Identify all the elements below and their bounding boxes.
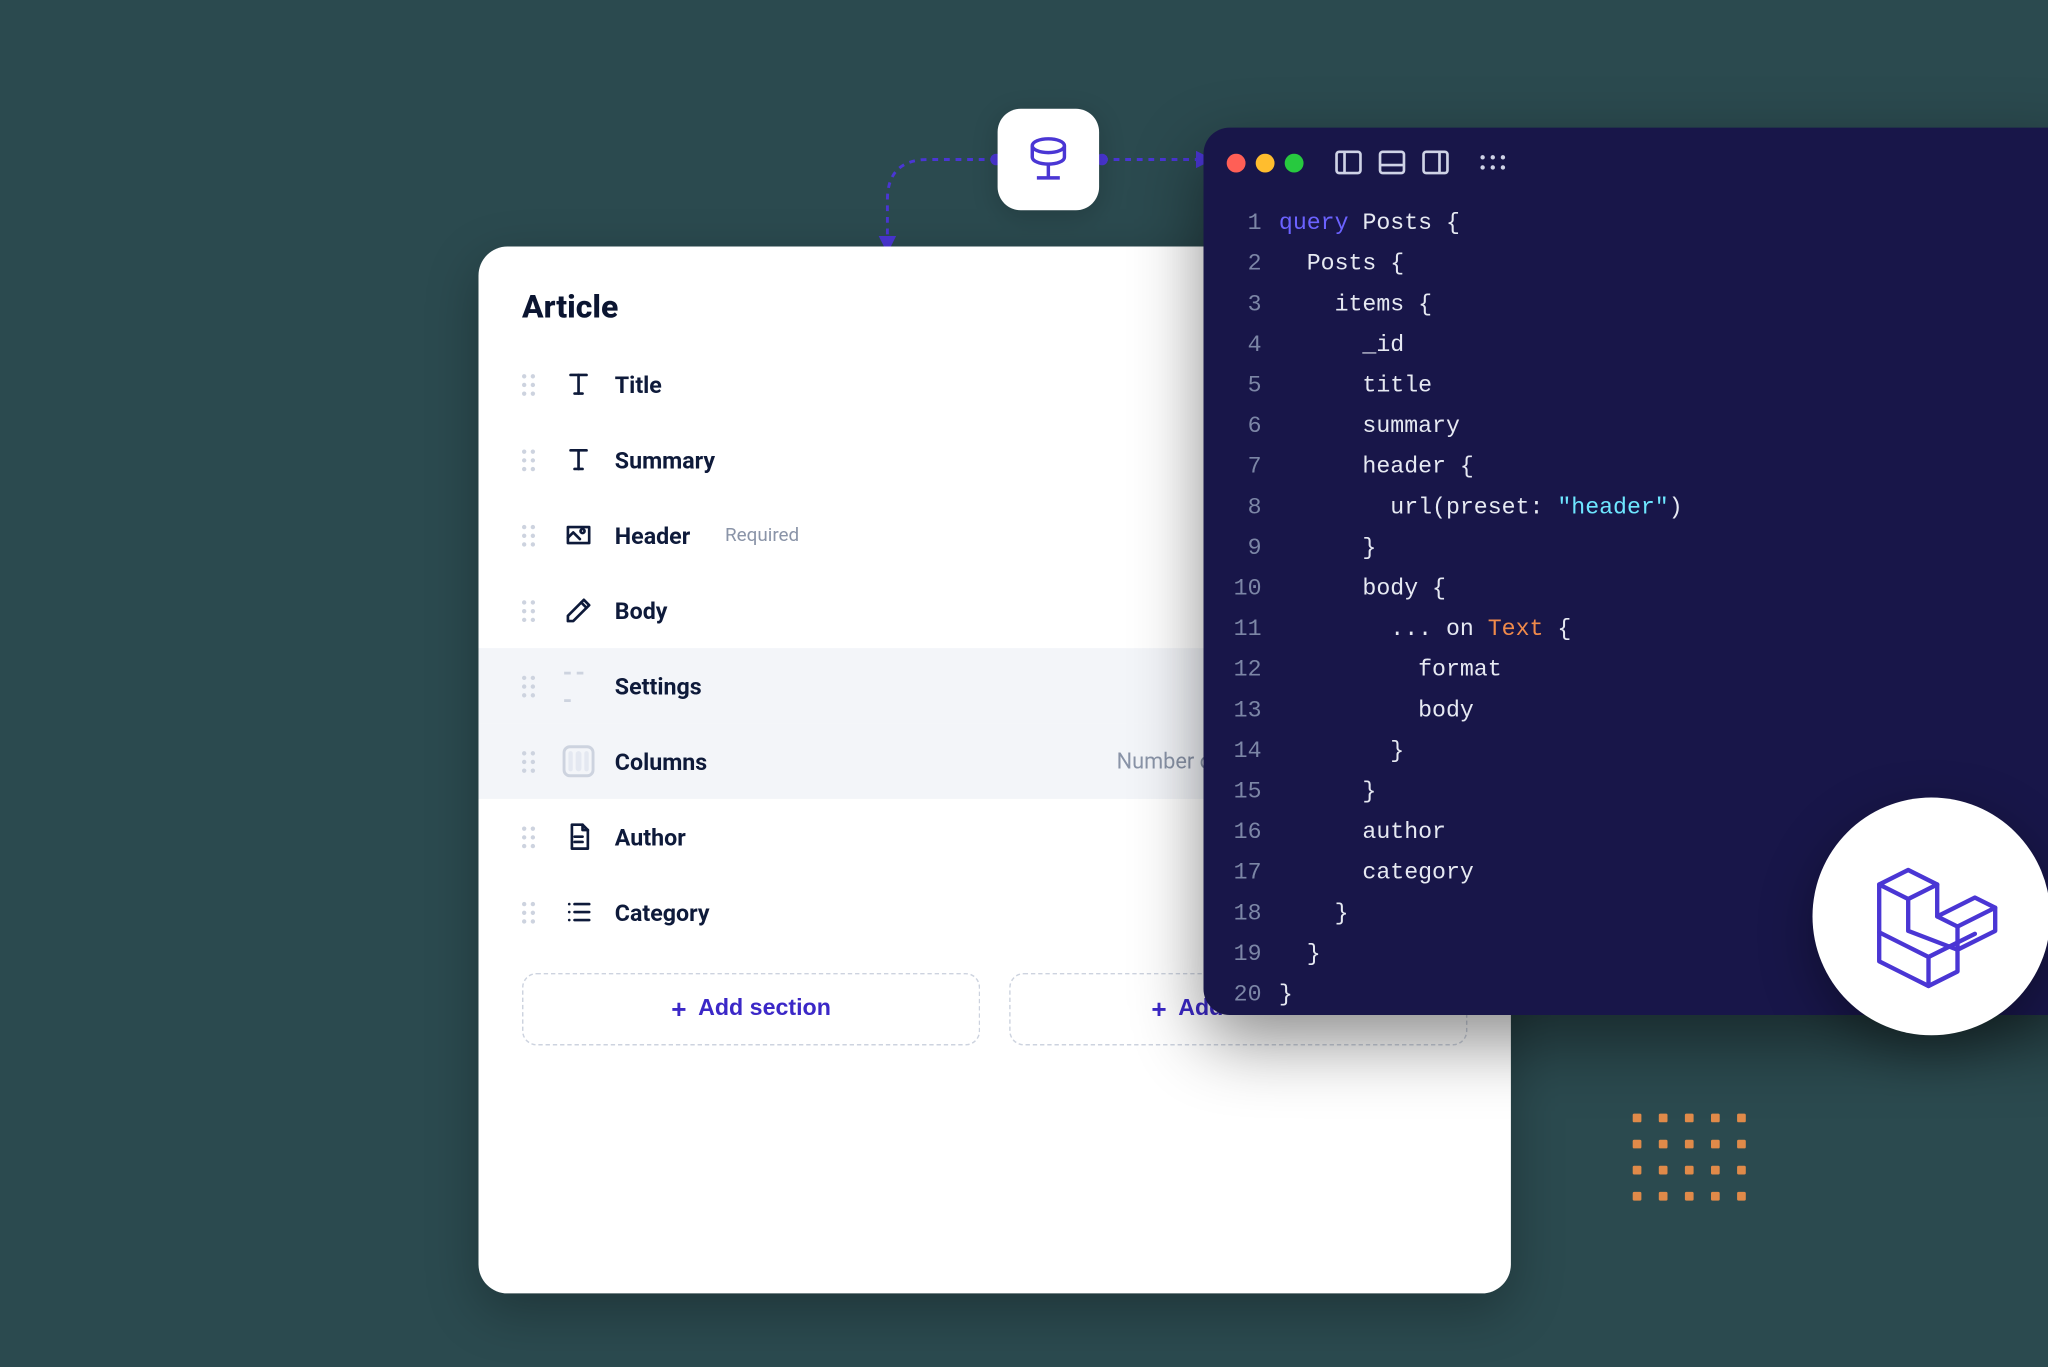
list-icon: [563, 896, 595, 928]
field-label: Summary: [615, 446, 715, 474]
maximize-icon[interactable]: [1285, 153, 1304, 172]
panel-left-icon[interactable]: [1333, 146, 1365, 178]
document-icon: [563, 821, 595, 853]
drag-handle-icon[interactable]: [522, 751, 542, 771]
text-icon: [563, 444, 595, 476]
field-label: Header: [615, 521, 690, 549]
edit-icon: [563, 595, 595, 627]
required-badge: Required: [725, 524, 799, 546]
columns-icon: [563, 745, 595, 777]
drag-handle-icon[interactable]: [1480, 146, 1512, 178]
field-label: Title: [615, 370, 662, 398]
add-section-button[interactable]: + Add section: [522, 973, 980, 1046]
drag-handle-icon[interactable]: [522, 676, 542, 696]
panel-right-icon[interactable]: [1420, 146, 1452, 178]
laravel-icon: [1859, 844, 2004, 989]
window-controls[interactable]: [1227, 153, 1304, 172]
field-label: Author: [615, 823, 686, 851]
laravel-badge: [1813, 798, 2048, 1036]
field-label: Settings: [615, 672, 702, 700]
database-badge: [998, 109, 1100, 211]
dash-icon: ---: [563, 670, 595, 702]
field-label: Body: [615, 597, 668, 625]
field-label: Category: [615, 898, 710, 926]
plus-icon: +: [1151, 996, 1166, 1022]
drag-handle-icon[interactable]: [522, 450, 542, 470]
code-content[interactable]: query Posts { Posts { items { _id title …: [1279, 203, 1683, 1015]
image-icon: [563, 519, 595, 551]
add-section-label: Add section: [698, 996, 831, 1022]
line-gutter: 1234567891011121314151617181920: [1227, 203, 1279, 1015]
drag-handle-icon[interactable]: [522, 827, 542, 847]
drag-handle-icon[interactable]: [522, 374, 542, 394]
text-icon: [563, 368, 595, 400]
database-icon: [1021, 132, 1076, 187]
close-icon[interactable]: [1227, 153, 1246, 172]
drag-handle-icon[interactable]: [522, 525, 542, 545]
panel-bottom-icon[interactable]: [1376, 146, 1408, 178]
field-label: Columns: [615, 747, 707, 775]
decorative-dot-grid: [1633, 1114, 1749, 1204]
minimize-icon[interactable]: [1256, 153, 1275, 172]
drag-handle-icon[interactable]: [522, 902, 542, 922]
code-titlebar[interactable]: [1204, 128, 2048, 198]
plus-icon: +: [671, 996, 686, 1022]
drag-handle-icon[interactable]: [522, 600, 542, 620]
